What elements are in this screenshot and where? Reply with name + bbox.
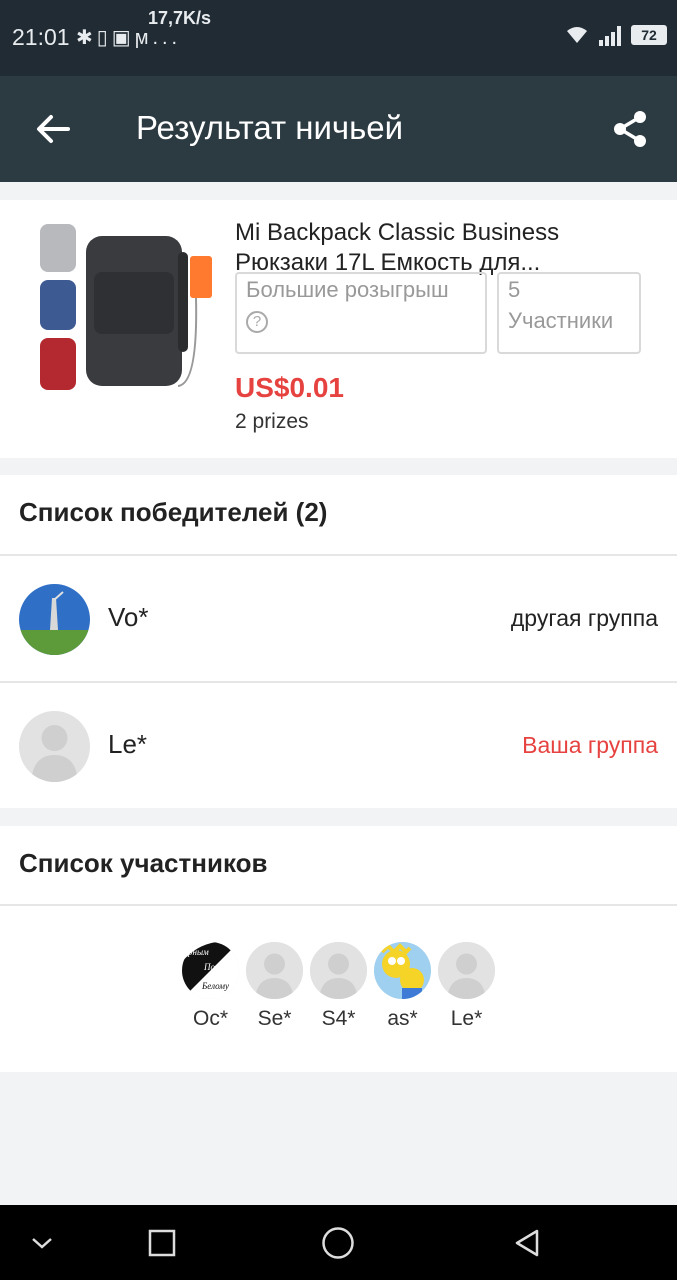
recents-square-icon: [148, 1229, 176, 1257]
participant-item[interactable]: as*: [374, 942, 431, 1031]
nav-back-button[interactable]: [507, 1223, 547, 1263]
participants-section: Список участников ерным По Белому Oc* Se…: [0, 826, 677, 1072]
participant-name: Oc*: [192, 1007, 228, 1030]
product-image[interactable]: [28, 214, 218, 398]
avatar-text: ерным: [184, 947, 209, 957]
participants-list: ерным По Белому Oc* Se* S4* as* Le*: [0, 942, 677, 1031]
participant-name: Se*: [257, 1007, 292, 1030]
app-icon: ▣: [111, 27, 135, 49]
avatar: [438, 942, 495, 999]
more-dots-icon: ...: [152, 27, 182, 49]
avatar: [19, 584, 90, 655]
system-nav-bar: [0, 1205, 677, 1280]
participant-name: S4*: [321, 1007, 356, 1030]
participants-label: Участники: [508, 308, 614, 333]
app-icon: ϻ: [134, 27, 153, 49]
arrow-left-icon: [37, 115, 70, 143]
nav-home-button[interactable]: [318, 1223, 358, 1263]
bluetooth-icon: ✱: [76, 27, 97, 49]
draw-type-chip[interactable]: Большие розыгрыш ?: [235, 272, 487, 354]
product-price: US$0.01: [235, 372, 344, 403]
avatar: [310, 942, 367, 999]
chevron-down-icon: [32, 1238, 52, 1249]
share-button[interactable]: [607, 106, 653, 152]
winner-name: Le*: [108, 729, 148, 759]
avatar: [246, 942, 303, 999]
avatar-text: Белому: [201, 981, 229, 991]
app-bar: Результат ничьей: [0, 76, 677, 182]
vibrate-icon: ▯: [96, 27, 112, 49]
winners-heading: Список победителей (2): [19, 497, 328, 527]
back-triangle-icon: [515, 1229, 539, 1257]
wifi-icon: [567, 27, 587, 43]
participants-heading: Список участников: [19, 848, 268, 878]
participant-item[interactable]: Le*: [438, 942, 495, 1031]
notification-icons: ✱▯▣ϻ...: [76, 25, 181, 50]
help-icon[interactable]: ?: [246, 311, 268, 334]
avatar: [374, 942, 431, 999]
share-icon: [614, 111, 646, 147]
avatar: [19, 711, 90, 782]
nav-hide-button[interactable]: [22, 1223, 62, 1263]
prizes-count: 2 prizes: [235, 410, 309, 433]
battery-indicator: 72: [631, 25, 667, 45]
draw-type-label: Большие розыгрыш: [246, 277, 449, 302]
participant-name: as*: [387, 1007, 418, 1030]
winner-group: другая группа: [510, 605, 658, 631]
divider: [0, 904, 677, 906]
participant-item[interactable]: ерным По Белому Oc*: [182, 942, 239, 1031]
page-title: Результат ничьей: [136, 109, 404, 146]
status-right: 72: [565, 24, 667, 46]
winner-row[interactable]: Le* Ваша группа: [0, 683, 677, 808]
back-button[interactable]: [30, 106, 76, 152]
participant-item[interactable]: Se*: [246, 942, 303, 1031]
participant-item[interactable]: S4*: [310, 942, 367, 1031]
product-card[interactable]: Mi Backpack Classic Business Рюкзаки 17L…: [0, 200, 677, 458]
avatar: ерным По Белому: [182, 942, 239, 999]
winner-row[interactable]: Vo* другая группа: [0, 556, 677, 681]
status-time: 21:01: [12, 24, 70, 50]
home-circle-icon: [322, 1227, 354, 1259]
participant-name: Le*: [450, 1007, 483, 1030]
product-name[interactable]: Mi Backpack Classic Business Рюкзаки 17L…: [235, 218, 655, 276]
nav-recents-button[interactable]: [142, 1223, 182, 1263]
participants-chip: 5 Участники: [497, 272, 641, 354]
winner-group: Ваша группа: [522, 732, 658, 758]
winners-section: Список победителей (2) Vo* другая группа…: [0, 475, 677, 808]
participants-count: 5: [508, 277, 521, 302]
status-bar: 21:01 17,7K/s ✱▯▣ϻ... 72: [0, 0, 677, 76]
avatar-text: По: [203, 962, 215, 972]
signal-3g-icon: [599, 26, 621, 46]
winner-name: Vo*: [108, 602, 149, 632]
